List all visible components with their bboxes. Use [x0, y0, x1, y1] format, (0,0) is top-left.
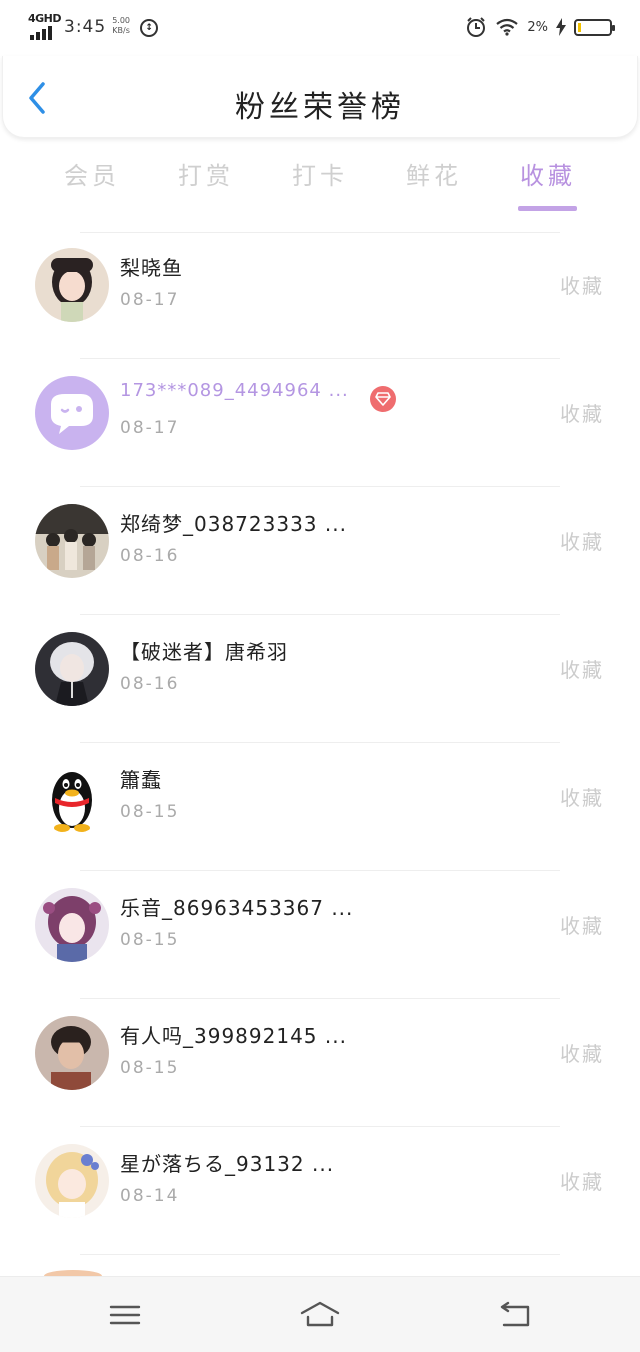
anime-girl-avatar[interactable] [35, 888, 109, 962]
list-item[interactable]: 郑绮梦_038723333 ... 08-16 收藏 [0, 488, 640, 616]
active-tab-indicator [518, 206, 577, 211]
action-label: 收藏 [560, 402, 604, 426]
tab-reward[interactable]: 打赏 [156, 156, 256, 191]
anime-blonde-avatar[interactable] [35, 1144, 109, 1218]
divider [80, 614, 560, 615]
action-label: 收藏 [560, 914, 604, 938]
tab-checkin[interactable]: 打卡 [270, 156, 370, 191]
wifi-icon [496, 18, 519, 36]
network-speed: 5.00 KB/s [112, 16, 130, 36]
fan-date: 08-15 [120, 930, 180, 950]
list-item[interactable]: 乐音_86963453367 ... 08-15 收藏 [0, 872, 640, 1000]
tab-bar: 会员 打赏 打卡 鲜花 收藏 [0, 150, 640, 212]
fan-date: 08-15 [120, 802, 180, 822]
charging-icon [556, 18, 566, 36]
status-left: 4GHD 3:45 5.00 KB/s ↕ [28, 12, 158, 40]
fan-date: 08-17 [120, 290, 180, 310]
tab-flowers[interactable]: 鲜花 [384, 156, 484, 191]
fan-date: 08-16 [120, 546, 180, 566]
fan-name: 【破迷者】唐希羽 [120, 640, 288, 664]
back-icon[interactable] [494, 1295, 538, 1335]
divider [80, 486, 560, 487]
list-item[interactable]: 【破迷者】唐希羽 08-16 收藏 [0, 616, 640, 744]
action-label: 收藏 [560, 274, 604, 298]
default-chat-avatar[interactable] [35, 376, 109, 450]
fan-name: 173***089_4494964 ... [120, 380, 349, 401]
signal-icon: 4GHD [28, 12, 62, 40]
divider [80, 998, 560, 999]
fan-date: 08-17 [120, 418, 180, 438]
home-icon[interactable] [298, 1295, 342, 1335]
action-label: 收藏 [560, 658, 604, 682]
photo-girl-avatar[interactable] [35, 248, 109, 322]
divider [80, 1126, 560, 1127]
alarm-icon [467, 17, 486, 37]
list-item[interactable]: 梨晓鱼 08-17 收藏 [0, 232, 640, 360]
status-bar: 4GHD 3:45 5.00 KB/s ↕ 2% [0, 0, 640, 56]
fan-name: 星が落ちる_93132 ... [120, 1152, 335, 1176]
qq-penguin-avatar[interactable] [35, 760, 109, 834]
list-item[interactable]: 簫蠢 08-15 收藏 [0, 744, 640, 872]
network-type: 4GHD [28, 12, 62, 25]
battery-percent: 2% [527, 19, 548, 35]
vip-badge [370, 386, 396, 412]
fan-name: 郑绮梦_038723333 ... [120, 512, 347, 536]
list-item[interactable]: 173***089_4494964 ... 08-17 收藏 [0, 360, 640, 488]
photo-group-avatar[interactable] [35, 504, 109, 578]
tab-member[interactable]: 会员 [42, 156, 142, 191]
divider [80, 358, 560, 359]
page-title: 粉丝荣誉榜 [235, 90, 405, 125]
anime-dark-avatar[interactable] [35, 632, 109, 706]
fan-date: 08-16 [120, 674, 180, 694]
fan-name: 乐音_86963453367 ... [120, 896, 354, 920]
divider [80, 742, 560, 743]
photo-boy-avatar[interactable] [35, 1016, 109, 1090]
action-label: 收藏 [560, 530, 604, 554]
data-saver-icon: ↕ [140, 19, 158, 37]
clock: 3:45 [64, 17, 107, 37]
speed-value: 5.00 [112, 16, 130, 25]
fan-name: 有人吗_399892145 ... [120, 1024, 347, 1048]
list-item[interactable]: 星が落ちる_93132 ... 08-14 收藏 [0, 1128, 640, 1256]
speed-unit: KB/s [112, 26, 130, 35]
diamond-icon [375, 392, 391, 406]
action-label: 收藏 [560, 1170, 604, 1194]
divider [80, 1254, 560, 1255]
system-nav-bar [0, 1276, 640, 1352]
battery-icon [574, 18, 615, 36]
tab-favorites[interactable]: 收藏 [498, 156, 598, 191]
menu-icon[interactable] [103, 1295, 147, 1335]
fan-date: 08-14 [120, 1186, 180, 1206]
action-label: 收藏 [560, 1042, 604, 1066]
status-right: 2% [465, 16, 615, 38]
list-item[interactable]: 有人吗_399892145 ... 08-15 收藏 [0, 1000, 640, 1128]
fan-name: 簫蠢 [120, 768, 162, 792]
app-header: 粉丝荣誉榜 [2, 56, 638, 138]
fan-name: 梨晓鱼 [120, 256, 183, 280]
fan-date: 08-15 [120, 1058, 180, 1078]
divider [80, 870, 560, 871]
action-label: 收藏 [560, 786, 604, 810]
